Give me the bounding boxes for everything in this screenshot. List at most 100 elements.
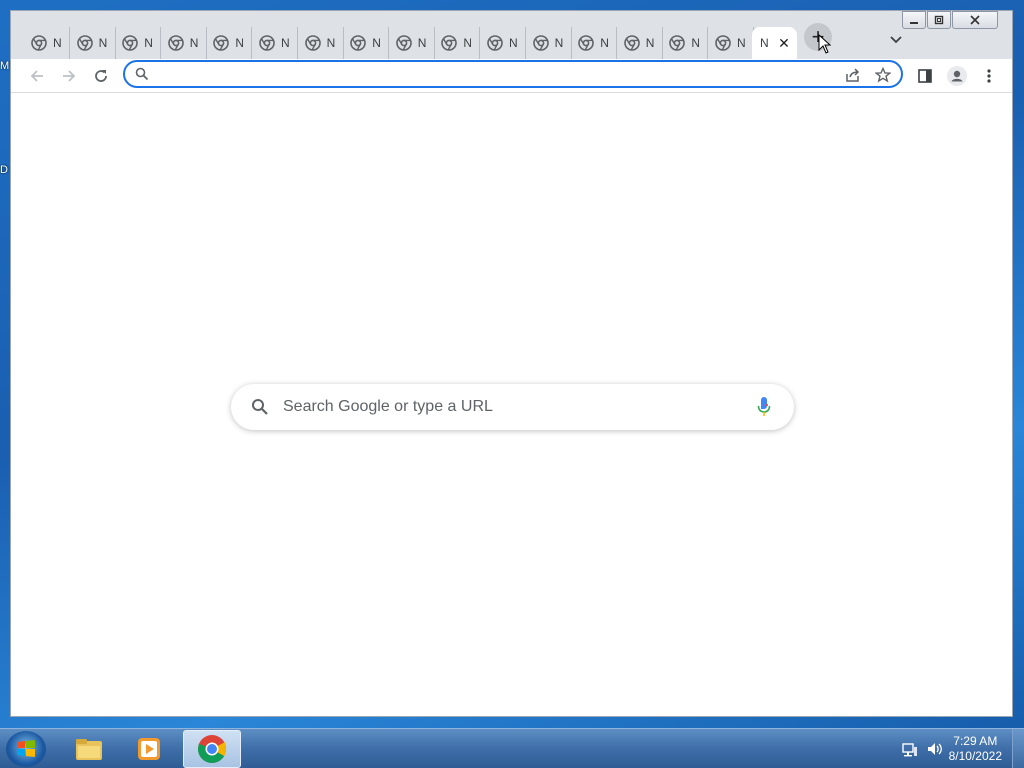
tab[interactable]: N: [433, 27, 481, 59]
side-panel-button[interactable]: [913, 64, 937, 88]
tab[interactable]: N: [479, 27, 526, 59]
desktop-icon-label[interactable]: D: [0, 164, 10, 176]
clock-time: 7:29 AM: [953, 734, 998, 748]
tab-title: N: [509, 36, 517, 50]
tab-title: N: [463, 36, 472, 50]
taskbar-chrome[interactable]: [183, 730, 241, 768]
share-button[interactable]: [843, 65, 863, 85]
tab-title: N: [189, 36, 198, 50]
search-icon: [252, 399, 268, 415]
clock-date: 8/10/2022: [948, 749, 1002, 763]
tab[interactable]: N: [297, 27, 344, 59]
chrome-favicon-icon: [122, 35, 138, 51]
minimize-button[interactable]: [902, 11, 926, 29]
forward-button[interactable]: [57, 64, 81, 88]
restore-button[interactable]: [927, 11, 951, 29]
tab[interactable]: N: [525, 27, 572, 59]
tab-strip: NNNNNNNNNNNNNNNN N ✕ +: [11, 11, 1012, 59]
address-input[interactable]: [155, 65, 835, 83]
chevron-down-icon: [890, 36, 902, 44]
tab[interactable]: N: [388, 27, 435, 59]
window-controls: [901, 11, 998, 29]
chrome-favicon-icon: [213, 35, 230, 51]
address-bar[interactable]: [123, 60, 903, 88]
menu-button[interactable]: [977, 64, 1001, 88]
tab[interactable]: N: [342, 27, 390, 59]
tab-title: N: [53, 36, 61, 50]
microphone-icon[interactable]: [756, 395, 772, 419]
ntp-search-box[interactable]: Search Google or type a URL: [231, 384, 794, 430]
ntp-search-placeholder[interactable]: Search Google or type a URL: [283, 398, 493, 416]
chrome-favicon-icon: [487, 35, 503, 51]
close-icon[interactable]: ✕: [777, 36, 791, 50]
tab[interactable]: N: [570, 27, 618, 59]
tab-title: N: [372, 36, 381, 50]
volume-icon[interactable]: [926, 741, 944, 757]
chrome-favicon-icon: [395, 35, 412, 51]
desktop-icon-label[interactable]: M: [0, 60, 10, 72]
avatar-icon: [947, 66, 967, 86]
chrome-favicon-icon: [532, 35, 549, 51]
arrow-left-icon: [30, 70, 43, 82]
chrome-favicon-icon: [167, 35, 184, 51]
tab-title: N: [600, 36, 609, 50]
bookmark-button[interactable]: [873, 65, 893, 85]
tab-title: N: [760, 36, 769, 50]
browser-toolbar: [11, 59, 1012, 93]
tab[interactable]: N: [205, 27, 253, 59]
taskbar: 7:29 AM 8/10/2022: [0, 728, 1024, 768]
tab-title: N: [645, 36, 654, 50]
share-icon: [846, 68, 860, 82]
tab-search-button[interactable]: [885, 29, 907, 51]
tab-title: N: [554, 36, 563, 50]
tab-title: N: [235, 36, 244, 50]
chrome-favicon-icon: [31, 35, 47, 51]
minimize-icon: [910, 22, 918, 24]
side-panel-icon: [918, 69, 932, 83]
chrome-favicon-icon: [441, 35, 458, 51]
chrome-favicon-icon: [350, 35, 366, 51]
tab-title: N: [281, 36, 289, 50]
media-player-icon: [138, 738, 160, 760]
show-desktop-button[interactable]: [1012, 729, 1024, 768]
more-vert-icon: [987, 69, 991, 83]
arrow-right-icon: [63, 70, 76, 82]
chrome-favicon-icon: [669, 35, 686, 51]
chrome-favicon-icon: [578, 35, 594, 51]
taskbar-clock[interactable]: 7:29 AM 8/10/2022: [949, 734, 1002, 764]
tab[interactable]: N: [707, 27, 754, 59]
mouse-cursor-icon: [818, 34, 832, 54]
tab[interactable]: N: [160, 27, 207, 59]
reload-icon: [95, 70, 107, 82]
tab[interactable]: N: [251, 27, 298, 59]
folder-icon: [76, 739, 102, 760]
tab[interactable]: N: [661, 27, 709, 59]
taskbar-media-player[interactable]: [120, 730, 178, 768]
tab-title: N: [417, 36, 426, 50]
tab[interactable]: N: [23, 27, 70, 59]
tab[interactable]: N: [69, 27, 116, 59]
back-button[interactable]: [25, 64, 49, 88]
tab[interactable]: N: [616, 27, 663, 59]
tab-title: N: [737, 36, 745, 50]
tab-title: N: [691, 36, 700, 50]
system-tray: [902, 741, 944, 757]
tab-title: N: [326, 36, 335, 50]
restore-icon: [934, 15, 944, 25]
network-icon[interactable]: [902, 741, 918, 757]
tab-title: N: [144, 36, 153, 50]
tab[interactable]: N: [114, 27, 162, 59]
close-window-button[interactable]: [952, 11, 998, 29]
chrome-favicon-icon: [623, 35, 640, 51]
chrome-icon: [198, 735, 226, 763]
chrome-window: NNNNNNNNNNNNNNNN N ✕ + Search Google or …: [10, 10, 1013, 717]
taskbar-explorer[interactable]: [60, 730, 118, 768]
profile-button[interactable]: [945, 64, 969, 88]
close-icon: [970, 15, 980, 25]
reload-button[interactable]: [89, 64, 113, 88]
tab-title: N: [98, 36, 107, 50]
chrome-favicon-icon: [304, 35, 321, 51]
tab-active[interactable]: N ✕: [752, 27, 797, 59]
chrome-favicon-icon: [259, 35, 275, 51]
start-button[interactable]: [6, 731, 46, 767]
